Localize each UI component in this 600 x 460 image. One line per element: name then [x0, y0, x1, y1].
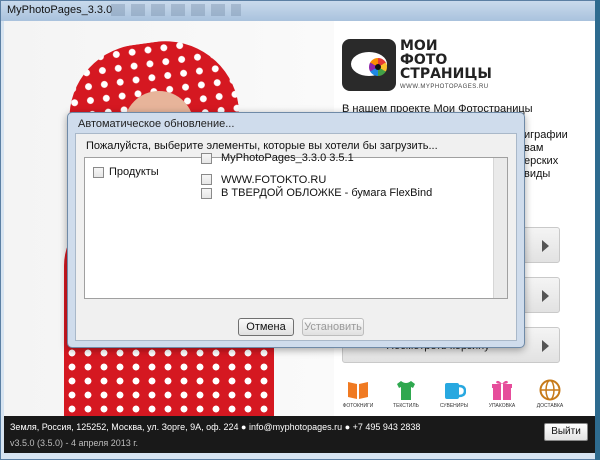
desktop-edge: [595, 0, 600, 460]
products-group-label: Продукты: [109, 166, 159, 178]
footer: Земля, Россия, 125252, Москва, ул. Зорге…: [4, 416, 596, 453]
category-souvenirs[interactable]: СУВЕНИРЫ: [434, 379, 474, 409]
exit-button[interactable]: Выйти: [544, 423, 588, 441]
cancel-button[interactable]: Отмена: [238, 318, 294, 336]
category-textile[interactable]: ТЕКСТИЛЬ: [386, 379, 426, 409]
category-delivery[interactable]: ДОСТАВКА: [530, 379, 570, 409]
logo-url: WWW.MYPHOTOPAGES.RU: [400, 84, 489, 90]
install-button[interactable]: Установить: [302, 318, 364, 336]
intro-continuation: играфии вам ерских виды: [524, 129, 568, 180]
tshirt-icon: [397, 381, 415, 400]
vertical-scrollbar[interactable]: [493, 158, 507, 298]
book-icon: [348, 382, 368, 399]
footer-address: Земля, Россия, 125252, Москва, ул. Зорге…: [10, 422, 421, 432]
items-tree: Продукты MyPhotoPages_3.3.0 3.5.1 WWW.FO…: [84, 152, 508, 299]
mug-icon: [445, 383, 466, 399]
brand-logo: МОИ ФОТО СТРАНИЦЫ WWW.MYPHOTOPAGES.RU: [342, 39, 492, 97]
globe-icon: [539, 379, 561, 401]
play-arrow-icon: [542, 340, 549, 352]
item-label-3: В ТВЕРДОЙ ОБЛОЖКЕ - бумага FlexBind: [221, 187, 433, 199]
item-label-1: MyPhotoPages_3.3.0 3.5.1: [221, 152, 354, 164]
category-photobooks[interactable]: ФОТОКНИГИ: [338, 379, 378, 409]
footer-version: v3.5.0 (3.5.0) - 4 апреля 2013 г.: [10, 438, 138, 448]
gift-icon: [492, 380, 512, 400]
dialog-title: Автоматическое обновление...: [78, 118, 235, 130]
play-arrow-icon: [542, 290, 549, 302]
play-arrow-icon: [542, 240, 549, 252]
item-checkbox-3[interactable]: [201, 188, 212, 199]
logo-line-1: МОИ: [400, 38, 438, 54]
category-packaging[interactable]: УПАКОВКА: [482, 379, 522, 409]
logo-line-2: ФОТО: [400, 52, 448, 68]
item-checkbox-2[interactable]: [201, 174, 212, 185]
eye-logo-icon: [342, 39, 396, 91]
dialog-body: Пожалуйста, выберите элементы, которые в…: [75, 133, 517, 341]
title-bar-blurred-text: [111, 4, 241, 16]
title-bar[interactable]: MyPhotoPages_3.3.0: [1, 1, 599, 21]
item-checkbox-1[interactable]: [201, 153, 212, 164]
logo-line-3: СТРАНИЦЫ: [400, 66, 492, 82]
auto-update-dialog: Автоматическое обновление... Пожалуйста,…: [67, 112, 525, 348]
window-title: MyPhotoPages_3.3.0: [7, 4, 113, 16]
dialog-prompt: Пожалуйста, выберите элементы, которые в…: [86, 140, 438, 152]
item-label-2: WWW.FOTOKTO.RU: [221, 174, 327, 186]
products-checkbox[interactable]: [93, 167, 104, 178]
